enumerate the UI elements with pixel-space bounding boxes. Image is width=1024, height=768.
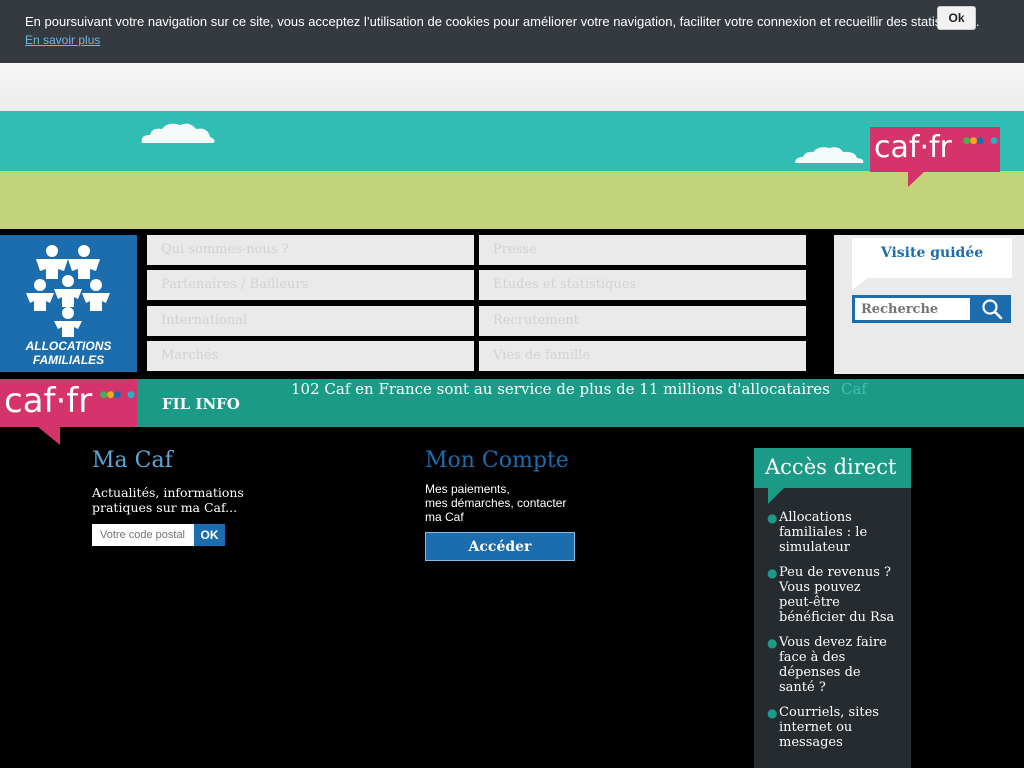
acces-direct-item[interactable]: ● Vous devez faire face à des dépenses de… <box>767 635 897 695</box>
cloud-right-icon <box>795 147 864 163</box>
mon-compte-line: Mes paiements, <box>425 482 510 496</box>
nav-item-etudes[interactable]: Etudes et statistiques <box>479 270 806 300</box>
nav-item-vies-de-famille[interactable]: Vies de famille <box>479 341 806 371</box>
mon-compte-title: Mon Compte <box>425 448 569 473</box>
cafr-badge-top-tail <box>908 172 924 187</box>
acces-direct-tail <box>768 488 784 504</box>
acces-direct-item-label: Courriels, sites internet ou messages <box>779 705 879 750</box>
bullet-icon: ● <box>767 566 778 580</box>
header-top-strip <box>0 63 1024 111</box>
acces-direct-item[interactable]: ● Peu de revenus ? Vous pouvez peut-être … <box>767 565 897 625</box>
logo-text-line2: FAMILIALES <box>32 353 105 367</box>
acces-direct-item[interactable]: ● Allocations familiales : le simulateur <box>767 510 897 555</box>
acces-direct-list: ● Allocations familiales : le simulateur … <box>767 510 897 760</box>
nav-item-marches[interactable]: Marchés <box>147 341 474 371</box>
nav-item-recrutement[interactable]: Recrutement <box>479 306 806 336</box>
fil-info-ticker[interactable]: 102 Caf en France sont au service de plu… <box>291 380 830 398</box>
mon-compte-line: ma Caf <box>425 510 464 524</box>
fil-info-ticker-next: Caf <box>841 380 867 398</box>
family-figures-icon <box>26 245 110 337</box>
color-dots-icon: ●●●●● <box>962 136 998 146</box>
cafr-badge-left[interactable]: caf·fr ●●●●● <box>0 379 137 427</box>
bullet-icon: ● <box>767 636 778 650</box>
allocations-familiales-logo[interactable]: ALLOCATIONS FAMILIALES <box>0 235 137 372</box>
acceder-button[interactable]: Accéder <box>425 532 575 561</box>
ma-caf-description: Actualités, informations pratiques sur m… <box>92 485 244 515</box>
postal-code-input[interactable] <box>92 524 194 546</box>
search-icon <box>982 299 1003 320</box>
bullet-icon: ● <box>767 706 778 720</box>
logo-text-line1: ALLOCATIONS <box>25 339 112 353</box>
search-input[interactable] <box>852 295 973 323</box>
postal-code-ok-button[interactable]: OK <box>194 524 225 546</box>
mon-compte-description: Mes paiements, mes démarches, contacter … <box>425 482 595 524</box>
mon-compte-line: mes démarches, contacter <box>425 496 567 510</box>
cloud-left-icon <box>141 123 215 143</box>
header-grass <box>0 171 1024 229</box>
cookie-banner: En poursuivant votre navigation sur ce s… <box>0 0 1024 63</box>
visite-guidee-tail <box>852 278 868 290</box>
nav-item-qui-sommes-nous[interactable]: Qui sommes-nous ? <box>147 235 474 265</box>
cookie-ok-button[interactable]: Ok <box>937 6 976 30</box>
cafr-badge-top[interactable]: caf·fr ●●●●● <box>870 127 1000 172</box>
color-dots-icon: ●●●●● <box>99 390 135 400</box>
cafr-badge-text: caf·fr <box>4 381 93 421</box>
visite-guidee-button[interactable]: Visite guidée <box>852 238 1012 278</box>
cookie-more-link[interactable]: En savoir plus <box>25 33 100 47</box>
fil-info-label: FIL INFO <box>162 395 240 413</box>
nav-item-presse[interactable]: Presse <box>479 235 806 265</box>
nav-item-international[interactable]: International <box>147 306 474 336</box>
nav-item-partenaires[interactable]: Partenaires / Bailleurs <box>147 270 474 300</box>
acces-direct-item[interactable]: ● Courriels, sites internet ou messages <box>767 705 897 750</box>
cafr-badge-text: caf·fr <box>874 130 952 165</box>
cookie-text: En poursuivant votre navigation sur ce s… <box>25 14 980 29</box>
acces-direct-title: Accès direct <box>754 448 911 488</box>
acces-direct-item-label: Vous devez faire face à des dépenses de … <box>779 635 887 695</box>
acces-direct-item-label: Peu de revenus ? Vous pouvez peut-être b… <box>779 565 895 625</box>
bullet-icon: ● <box>767 511 778 525</box>
search-button[interactable] <box>973 295 1011 323</box>
acces-direct-item-label: Allocations familiales : le simulateur <box>779 510 868 555</box>
cafr-badge-left-tail <box>38 427 60 445</box>
ma-caf-title: Ma Caf <box>92 448 173 473</box>
